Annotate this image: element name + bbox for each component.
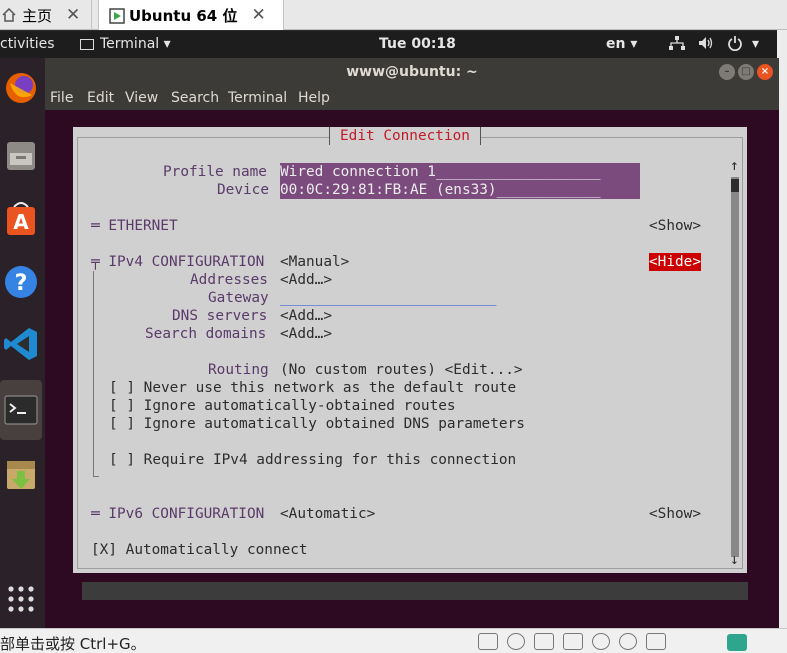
menu-terminal[interactable]: Terminal bbox=[228, 90, 287, 106]
ethernet-show-button[interactable]: <Show> bbox=[649, 217, 701, 235]
dns-add-button[interactable]: <Add…> bbox=[280, 307, 332, 325]
firefox-icon[interactable] bbox=[0, 62, 42, 114]
terminal-body[interactable]: Edit Connection Profile name Wired conne… bbox=[45, 110, 779, 628]
clock[interactable]: Tue 00:18 bbox=[379, 36, 456, 52]
ipv6-section-label: ═ IPv6 CONFIGURATION bbox=[91, 506, 265, 522]
scroll-down-arrow[interactable]: ↓ bbox=[730, 551, 739, 569]
network-icon[interactable] bbox=[668, 35, 686, 55]
software-icon[interactable]: A bbox=[0, 192, 42, 244]
profile-name-field[interactable]: Wired connection 1___________________ bbox=[280, 163, 640, 181]
device-field[interactable]: 00:0C:29:81:FB:AE (ens33)____________ bbox=[280, 181, 640, 199]
scrollbar[interactable] bbox=[731, 177, 739, 557]
help-icon[interactable]: ? bbox=[0, 256, 42, 308]
scrollbar-thumb[interactable] bbox=[731, 179, 739, 192]
bluetooth-icon[interactable] bbox=[619, 633, 637, 650]
host-tab-vm[interactable]: Ubuntu 64 位 ✕ bbox=[98, 0, 284, 30]
hard-disk-icon[interactable] bbox=[478, 633, 498, 650]
never-default-route-checkbox[interactable]: [ ] Never use this network as the defaul… bbox=[109, 379, 516, 397]
close-icon[interactable]: ✕ bbox=[251, 5, 265, 25]
ipv6-show-button[interactable]: <Show> bbox=[649, 505, 701, 523]
app-menu-label: Terminal ▾ bbox=[100, 36, 171, 52]
routing-label: Routing bbox=[208, 362, 269, 378]
svg-text:A: A bbox=[13, 210, 29, 234]
window-title: www@ubuntu: ~ bbox=[346, 64, 478, 80]
show-apps-icon[interactable] bbox=[0, 573, 42, 625]
svg-text:?: ? bbox=[15, 271, 28, 296]
home-icon bbox=[2, 7, 16, 22]
terminal-app-icon bbox=[80, 38, 94, 50]
ignore-routes-checkbox[interactable]: [ ] Ignore automatically-obtained routes bbox=[109, 397, 456, 415]
gateway-field[interactable]: _________________________ bbox=[280, 289, 497, 307]
ipv4-group-line-end bbox=[93, 476, 99, 477]
menu-help[interactable]: Help bbox=[298, 90, 330, 106]
sound-card-icon[interactable] bbox=[563, 633, 583, 650]
scroll-up-arrow[interactable]: ↑ bbox=[730, 157, 739, 175]
host-tab-strip: 主页 ✕ Ubuntu 64 位 ✕ bbox=[0, 0, 787, 30]
files-icon[interactable] bbox=[0, 130, 42, 182]
addresses-label: Addresses bbox=[190, 272, 268, 288]
host-tab-home[interactable]: 主页 ✕ bbox=[0, 0, 92, 30]
network-adapter-icon[interactable] bbox=[534, 633, 554, 650]
terminal-window: www@ubuntu: ~ – □ × File Edit View Searc… bbox=[45, 58, 779, 628]
routing-edit-button[interactable]: (No custom routes) <Edit...> bbox=[280, 361, 523, 379]
vm-status-icon[interactable] bbox=[727, 634, 747, 651]
addresses-add-button[interactable]: <Add…> bbox=[280, 271, 332, 289]
gateway-label: Gateway bbox=[208, 290, 269, 306]
ipv4-mode-button[interactable]: <Manual> bbox=[280, 253, 349, 271]
search-domains-add-button[interactable]: <Add…> bbox=[280, 325, 332, 343]
menu-view[interactable]: View bbox=[125, 90, 158, 106]
device-icons bbox=[478, 633, 666, 650]
ethernet-section-label: ═ ETHERNET bbox=[91, 218, 178, 234]
dialog-shadow bbox=[82, 582, 748, 600]
ipv4-hide-button[interactable]: <Hide> bbox=[649, 253, 701, 271]
menu-file[interactable]: File bbox=[50, 90, 73, 106]
host-tab-label: Ubuntu 64 位 bbox=[129, 6, 238, 25]
archive-install-icon[interactable] bbox=[0, 450, 42, 502]
status-hint-text: 部单击或按 Ctrl+G。 bbox=[0, 635, 146, 653]
profile-name-label: Profile name bbox=[163, 164, 267, 180]
terminal-icon[interactable] bbox=[0, 380, 42, 440]
window-titlebar[interactable]: www@ubuntu: ~ – □ × bbox=[45, 58, 779, 86]
dns-servers-label: DNS servers bbox=[172, 308, 268, 324]
cd-drive-icon[interactable] bbox=[507, 633, 525, 650]
chevron-down-icon[interactable]: ▾ bbox=[752, 36, 759, 52]
power-icon[interactable] bbox=[727, 35, 743, 55]
input-source[interactable]: en ▾ bbox=[606, 36, 637, 52]
ipv6-mode-button[interactable]: <Automatic> bbox=[280, 505, 375, 523]
menu-bar: File Edit View Search Terminal Help bbox=[45, 86, 779, 110]
minimize-icon[interactable]: – bbox=[719, 64, 735, 80]
edit-connection-dialog: Edit Connection Profile name Wired conne… bbox=[73, 127, 747, 573]
auto-connect-checkbox[interactable]: [X] Automatically connect bbox=[91, 541, 308, 559]
dock: A ? bbox=[0, 58, 45, 628]
vscode-icon[interactable] bbox=[0, 318, 42, 370]
require-ipv4-checkbox[interactable]: [ ] Require IPv4 addressing for this con… bbox=[109, 451, 516, 469]
ignore-dns-checkbox[interactable]: [ ] Ignore automatically obtained DNS pa… bbox=[109, 415, 525, 433]
ipv4-group-line bbox=[93, 271, 94, 477]
app-menu[interactable]: Terminal ▾ bbox=[80, 36, 171, 52]
host-tab-label: 主页 bbox=[22, 6, 53, 25]
menu-edit[interactable]: Edit bbox=[87, 90, 114, 106]
ipv4-section-label: ╤ IPv4 CONFIGURATION bbox=[91, 254, 265, 270]
gnome-top-bar: ctivities Terminal ▾ Tue 00:18 en ▾ ▾ bbox=[0, 31, 777, 58]
activities-button[interactable]: ctivities bbox=[0, 36, 55, 52]
window-controls: – □ × bbox=[719, 64, 773, 80]
close-icon[interactable]: ✕ bbox=[66, 5, 80, 25]
vm-icon bbox=[109, 8, 125, 24]
volume-icon[interactable] bbox=[697, 35, 715, 55]
device-label: Device bbox=[217, 182, 269, 198]
host-status-bar: 部单击或按 Ctrl+G。 bbox=[0, 628, 787, 653]
display-icon[interactable] bbox=[646, 633, 666, 650]
maximize-icon[interactable]: □ bbox=[738, 64, 754, 80]
close-icon[interactable]: × bbox=[757, 64, 773, 80]
menu-search[interactable]: Search bbox=[171, 90, 219, 106]
search-domains-label: Search domains bbox=[145, 326, 267, 342]
dialog-title: Edit Connection bbox=[329, 127, 481, 145]
usb-device-icon[interactable] bbox=[592, 633, 610, 650]
